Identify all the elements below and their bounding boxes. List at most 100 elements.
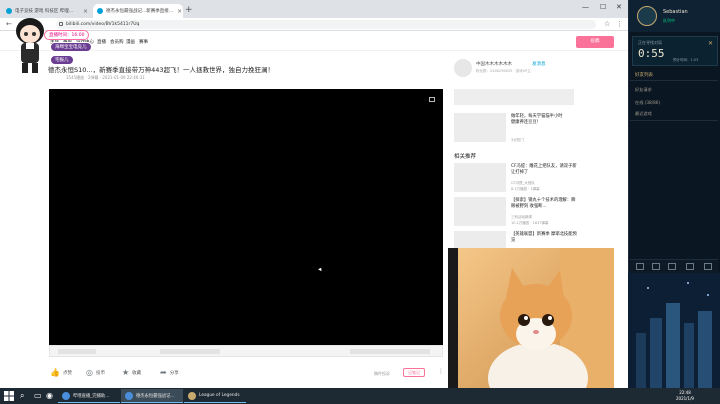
address-bar[interactable]: bilibili.com/video/BV1k5411r7Uq xyxy=(56,20,596,29)
streamer-badge: 宅报儿 xyxy=(50,55,74,65)
thumbs-up-icon: 👍 xyxy=(50,368,60,377)
maximize-button[interactable]: ☐ xyxy=(600,3,606,11)
nav-live[interactable]: 直播 xyxy=(97,39,106,45)
report-link[interactable]: 稿件投诉 xyxy=(374,371,390,377)
nav-esports[interactable]: 赛事 xyxy=(139,39,148,45)
close-window-button[interactable]: ✕ xyxy=(616,3,622,11)
danmaku-settings-icon[interactable] xyxy=(429,97,435,102)
reco-stats: 8.1万播放 · 1弹幕 xyxy=(511,187,540,191)
lock-icon xyxy=(59,22,63,26)
bilibili-favicon-icon xyxy=(6,8,12,14)
taskbar-app-league[interactable]: League of Legends xyxy=(184,389,246,403)
notes-icon[interactable] xyxy=(652,263,660,270)
reco-author: CF冯提_大冠队 xyxy=(511,181,535,185)
streamer-badge: 海绵宝宝电竞儿 xyxy=(50,42,92,52)
summoner-status: 队列中 xyxy=(663,18,675,23)
queue-timer: 0:55 xyxy=(638,47,665,60)
steam-icon[interactable]: ◉ xyxy=(46,391,56,401)
more-icon[interactable]: ⋮ xyxy=(438,368,444,375)
folder-icon[interactable]: ▭ xyxy=(34,391,44,401)
streamer-avatar-overlay xyxy=(16,18,44,73)
share-icon: ➦ xyxy=(160,368,167,377)
nav-mall[interactable]: 会员购 xyxy=(110,39,124,45)
tab-label: 德杰永恒最强战记...新赛季直接... xyxy=(106,9,174,14)
like-button[interactable]: 👍 点赞 xyxy=(50,368,72,377)
reco-title: 【英雄联盟】新赛季 摩耶北技能预览 xyxy=(511,232,577,243)
missions-icon[interactable] xyxy=(668,263,676,270)
clock-date: 2021/1/9 xyxy=(676,396,694,401)
browser-toolbar: ← → ↻ bilibili.com/video/BV1k5411r7Uq ☆ … xyxy=(0,18,628,31)
uploader-name[interactable]: 中国木木木木木木 xyxy=(476,61,512,67)
new-tab-button[interactable]: + xyxy=(185,5,193,15)
share-button[interactable]: ➦ 分享 xyxy=(160,368,179,377)
video-actions: 👍 点赞 ◎ 投币 ★ 收藏 ➦ 分享 稿件投诉 记笔记 ⋮ xyxy=(48,368,448,380)
promo-tag: 3点热门 xyxy=(511,138,524,142)
close-icon[interactable]: × xyxy=(173,8,182,15)
lol-toolbar xyxy=(630,259,718,273)
menu-icon[interactable]: ⋮ xyxy=(616,20,623,28)
chrome-icon xyxy=(62,391,70,400)
league-icon xyxy=(188,391,196,400)
list-item[interactable]: CF冯提：雕花上把队友，请双子新让打掉了 CF冯提_大冠队 8.1万播放 · 1… xyxy=(454,163,624,193)
voice-icon[interactable] xyxy=(686,263,694,270)
video-meta: 3545播放 · 2弹幕 · 2021-01-09 22:46:31 xyxy=(66,75,145,80)
uploader-desc: 粉丝数：2446296835 · 游戏UP主 xyxy=(476,69,531,73)
video-title: 德杰永恒S10...，新赛季直接带万神443超飞！一人拯救世界，独自力挽狂澜！ xyxy=(48,66,275,74)
live-time-badge: 直播时间：16:00 xyxy=(44,30,90,40)
tab-video[interactable]: 德杰永恒最强战记...新赛季直接... × xyxy=(93,4,183,18)
promo-title: 做年轻，每天学猫猫半小时 健康养连豆豆! xyxy=(511,114,563,125)
follow-button-placeholder[interactable] xyxy=(454,89,574,105)
chat-icon[interactable] xyxy=(636,263,644,270)
friend-group-requests[interactable]: 好友请求 xyxy=(635,87,652,93)
reco-title: CF冯提：雕花上把队友，请双子新让打掉了 xyxy=(511,164,577,175)
avatar[interactable] xyxy=(637,6,657,26)
back-button[interactable]: ← xyxy=(6,20,12,28)
mouse-cursor-icon xyxy=(318,266,323,272)
queue-timer-panel: 正在寻找对局 0:55 预计时间：1:03 ✕ xyxy=(632,36,718,66)
bilibili-nav: 主站 番剧 游戏中心 直播 会员购 漫画 赛事 投稿 xyxy=(0,31,628,51)
video-thumbnail xyxy=(454,197,506,226)
system-clock[interactable]: 22:48 2021/1/9 xyxy=(676,390,694,402)
favorite-button[interactable]: ★ 收藏 xyxy=(122,368,141,377)
danmaku-input-bar[interactable] xyxy=(49,345,443,357)
friend-group-online[interactable]: 在线 (38/86) xyxy=(635,100,660,106)
summoner-name: Sebastian xyxy=(663,9,688,15)
taskbar-app-label: League of Legends xyxy=(199,393,240,398)
promo-thumbnail xyxy=(454,113,506,142)
minimize-button[interactable]: — xyxy=(582,3,589,11)
coin-button[interactable]: ◎ 投币 xyxy=(86,368,105,377)
friends-heading: 好友列表 xyxy=(635,73,653,78)
taskbar-app-label: 哔哩直播_完播助... xyxy=(73,393,110,399)
taskbar-app-live[interactable]: 哔哩直播_完播助... xyxy=(58,389,120,403)
video-player[interactable] xyxy=(49,89,443,345)
url-text: bilibili.com/video/BV1k5411r7Uq xyxy=(66,22,140,27)
windows-taskbar: ⌕ ▭ ◉ 哔哩直播_完播助... 德杰永恒最强战记... League of … xyxy=(0,388,720,404)
list-item[interactable]: 【探索】钢丸十个技术的理解：瞬眼被野刻 收强断... 三科活动新闻 10.1万播… xyxy=(454,197,624,227)
webcam-cat-image xyxy=(448,248,614,404)
queue-estimate: 预计时间：1:03 xyxy=(673,58,699,62)
message-link[interactable]: 发消息 xyxy=(532,61,546,67)
upload-button[interactable]: 投稿 xyxy=(576,36,614,48)
tab-label: 电子竞技 游戏 科技区 哔哩... xyxy=(15,9,74,14)
cancel-queue-button[interactable]: ✕ xyxy=(708,40,713,47)
taskbar-app-browser[interactable]: 德杰永恒最强战记... xyxy=(121,389,183,403)
windows-start-icon[interactable] xyxy=(4,391,14,401)
friend-group-recent[interactable]: 最近游戏 xyxy=(635,111,652,117)
chrome-icon xyxy=(125,391,133,400)
help-icon[interactable] xyxy=(704,263,712,270)
close-icon[interactable]: × xyxy=(79,8,88,15)
star-icon: ★ xyxy=(122,368,130,377)
tab-strip: 电子竞技 游戏 科技区 哔哩... × 德杰永恒最强战记...新赛季直接... … xyxy=(0,0,628,18)
promo-card[interactable]: 做年轻，每天学猫猫半小时 健康养连豆豆! 3点热门 xyxy=(454,113,624,143)
share-label: 分享 xyxy=(169,370,179,376)
notes-button[interactable]: 记笔记 xyxy=(403,368,425,377)
uploader-info: 中国木木木木木木 发消息 粉丝数：2446296835 · 游戏UP主 xyxy=(454,59,624,79)
search-icon[interactable]: ⌕ xyxy=(20,391,30,401)
reco-author: 三科活动新闻 xyxy=(511,215,532,219)
taskbar-app-label: 德杰永恒最强战记... xyxy=(136,393,175,399)
desktop-wallpaper xyxy=(628,273,720,388)
avatar[interactable] xyxy=(454,59,472,77)
lol-profile-header: Sebastian 队列中 xyxy=(629,0,720,32)
star-icon[interactable]: ☆ xyxy=(604,20,610,28)
nav-manga[interactable]: 漫画 xyxy=(126,39,135,45)
